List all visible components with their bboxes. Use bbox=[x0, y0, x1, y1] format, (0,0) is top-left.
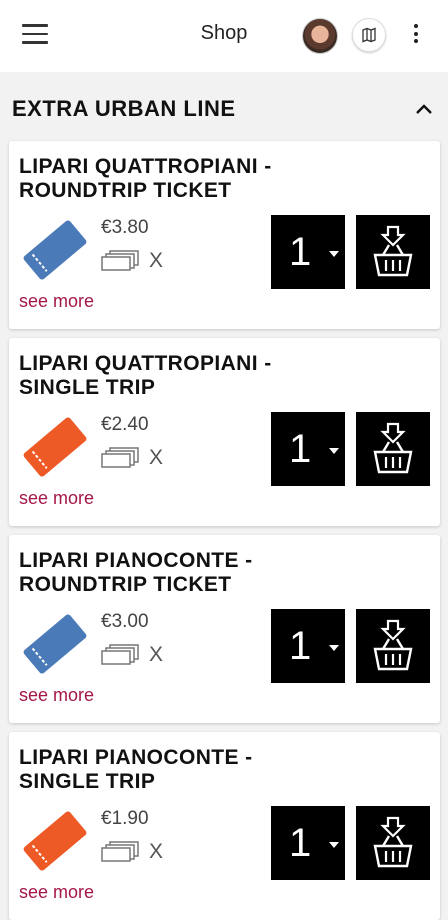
tickets-stack-icon bbox=[101, 250, 139, 271]
product-price: €3.00 bbox=[101, 611, 149, 632]
basket-add-icon bbox=[373, 225, 413, 277]
quantity-value: 1 bbox=[289, 229, 312, 274]
quantity-select[interactable]: 1 bbox=[271, 215, 345, 289]
add-to-cart-button[interactable] bbox=[356, 215, 430, 289]
ticket-icon bbox=[23, 417, 87, 477]
product-price: €1.90 bbox=[101, 808, 149, 829]
product-name: LIPARI PIANOCONTE - SINGLE TRIP bbox=[19, 746, 253, 793]
quantity-multiplier: X bbox=[149, 840, 164, 863]
product-name: LIPARI PIANOCONTE - ROUNDTRIP TICKET bbox=[19, 549, 253, 596]
quantity-multiplier: X bbox=[149, 446, 164, 469]
add-to-cart-button[interactable] bbox=[356, 609, 430, 683]
product-name: LIPARI QUATTROPIANI - SINGLE TRIP bbox=[19, 352, 272, 399]
quantity-value: 1 bbox=[289, 426, 312, 471]
product-card: LIPARI PIANOCONTE - SINGLE TRIP €1.90 X … bbox=[9, 732, 440, 920]
basket-add-icon bbox=[373, 422, 413, 474]
dropdown-arrow-icon bbox=[329, 645, 339, 651]
product-card: LIPARI QUATTROPIANI - SINGLE TRIP €2.40 … bbox=[9, 338, 440, 526]
quantity-multiplier: X bbox=[149, 249, 164, 272]
add-to-cart-button[interactable] bbox=[356, 806, 430, 880]
chevron-up-icon[interactable] bbox=[413, 98, 435, 120]
dropdown-arrow-icon bbox=[329, 251, 339, 257]
app-bar: Shop bbox=[0, 0, 448, 72]
tickets-stack-icon bbox=[101, 644, 139, 665]
product-name: LIPARI QUATTROPIANI - ROUNDTRIP TICKET bbox=[19, 155, 272, 202]
add-to-cart-button[interactable] bbox=[356, 412, 430, 486]
ticket-icon bbox=[23, 614, 87, 674]
user-avatar[interactable] bbox=[302, 18, 338, 54]
product-price: €2.40 bbox=[101, 414, 149, 435]
quantity-multiplier: X bbox=[149, 643, 164, 666]
quantity-value: 1 bbox=[289, 623, 312, 668]
quantity-select[interactable]: 1 bbox=[271, 609, 345, 683]
see-more-link[interactable]: see more bbox=[19, 488, 94, 509]
map-icon[interactable] bbox=[352, 18, 386, 52]
product-card: LIPARI PIANOCONTE - ROUNDTRIP TICKET €3.… bbox=[9, 535, 440, 723]
product-price: €3.80 bbox=[101, 217, 149, 238]
quantity-value: 1 bbox=[289, 820, 312, 865]
ticket-icon bbox=[23, 220, 87, 280]
dropdown-arrow-icon bbox=[329, 842, 339, 848]
dropdown-arrow-icon bbox=[329, 448, 339, 454]
quantity-select[interactable]: 1 bbox=[271, 806, 345, 880]
basket-add-icon bbox=[373, 619, 413, 671]
product-card: LIPARI QUATTROPIANI - ROUNDTRIP TICKET €… bbox=[9, 141, 440, 329]
tickets-stack-icon bbox=[101, 841, 139, 862]
section-title: EXTRA URBAN LINE bbox=[12, 96, 236, 121]
tickets-stack-icon bbox=[101, 447, 139, 468]
see-more-link[interactable]: see more bbox=[19, 685, 94, 706]
basket-add-icon bbox=[373, 816, 413, 868]
quantity-select[interactable]: 1 bbox=[271, 412, 345, 486]
ticket-icon bbox=[23, 811, 87, 871]
see-more-link[interactable]: see more bbox=[19, 291, 94, 312]
more-vertical-icon[interactable] bbox=[410, 24, 422, 48]
section-header[interactable]: EXTRA URBAN LINE bbox=[0, 84, 448, 132]
